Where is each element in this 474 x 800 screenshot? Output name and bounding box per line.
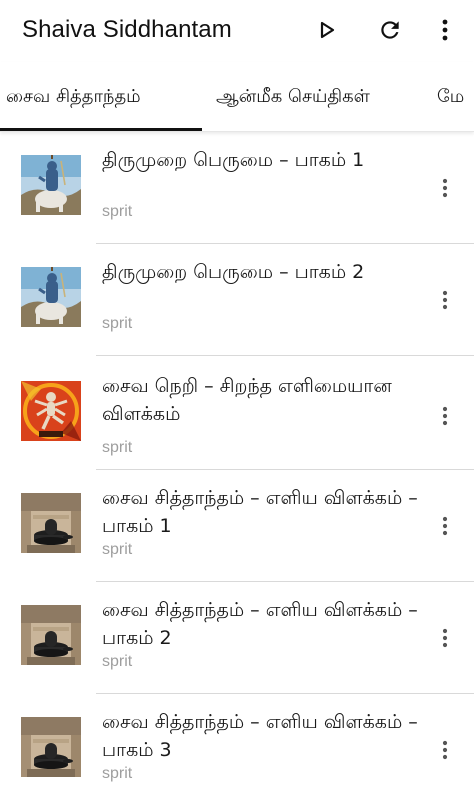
lingam-image <box>21 493 81 553</box>
list-item-more-button[interactable] <box>432 735 458 765</box>
more-vert-icon <box>442 290 448 310</box>
list-item-subtitle: sprit <box>102 653 133 670</box>
list-item-subtitle: sprit <box>102 315 133 332</box>
list-item-more-button[interactable] <box>432 173 458 203</box>
tab-indicator <box>0 128 202 131</box>
refresh-button[interactable] <box>372 12 408 48</box>
list-item-subtitle: sprit <box>102 203 133 220</box>
list-item-subtitle: sprit <box>102 439 133 456</box>
list-item-title: சைவ சித்தாந்தம் – எளிய விளக்கம் – பாகம் … <box>102 711 418 761</box>
list-item-subtitle: sprit <box>102 541 133 558</box>
list-item-title: சைவ நெறி – சிறந்த எளிமையான விளக்கம் <box>102 375 392 425</box>
app-screen: Shaiva Siddhantam சைவ சித்தாந்தம் ஆன்மீக… <box>0 0 474 800</box>
lingam-image <box>21 605 81 665</box>
tab-bar: சைவ சித்தாந்தம் ஆன்மீக செய்திகள் மே <box>0 62 474 132</box>
overflow-menu-button[interactable] <box>427 12 463 48</box>
list-item[interactable]: சைவ நெறி – சிறந்த எளிமையான விளக்கம் sprit <box>0 356 474 470</box>
list-item-title: சைவ சித்தாந்தம் – எளிய விளக்கம் – பாகம் … <box>102 487 418 537</box>
list-item-more-button[interactable] <box>432 623 458 653</box>
list-item-thumbnail <box>21 155 81 215</box>
list-item-thumbnail <box>21 493 81 553</box>
list-item[interactable]: திருமுறை பெருமை – பாகம் 1 sprit <box>0 132 474 244</box>
list-item[interactable]: சைவ சித்தாந்தம் – எளிய விளக்கம் – பாகம் … <box>0 694 474 800</box>
list-item-title: திருமுறை பெருமை – பாகம் 1 <box>102 149 365 171</box>
list-item-thumbnail <box>21 267 81 327</box>
play-button[interactable] <box>309 12 345 48</box>
list-item[interactable]: சைவ சித்தாந்தம் – எளிய விளக்கம் – பாகம் … <box>0 582 474 694</box>
list-item-thumbnail <box>21 605 81 665</box>
more-vert-icon <box>442 516 448 536</box>
more-vert-icon <box>442 19 448 41</box>
list-item-more-button[interactable] <box>432 511 458 541</box>
more-vert-icon <box>442 406 448 426</box>
more-vert-icon <box>442 628 448 648</box>
lingam-image <box>21 717 81 777</box>
more-vert-icon <box>442 740 448 760</box>
list-item[interactable]: சைவ சித்தாந்தம் – எளிய விளக்கம் – பாகம் … <box>0 470 474 582</box>
list-item[interactable]: திருமுறை பெருமை – பாகம் 2 sprit <box>0 244 474 356</box>
tab-spiritual-news[interactable]: ஆன்மீக செய்திகள் <box>216 62 370 131</box>
shiva-image <box>21 155 81 215</box>
list-item-subtitle: sprit <box>102 765 133 782</box>
list-item-title: திருமுறை பெருமை – பாகம் 2 <box>102 261 365 283</box>
article-list: திருமுறை பெருமை – பாகம் 1 sprit திருமுறை … <box>0 132 474 800</box>
list-item-thumbnail <box>21 381 81 441</box>
list-item-more-button[interactable] <box>432 401 458 431</box>
play-icon <box>320 21 335 39</box>
tab-saiva-siddhantam[interactable]: சைவ சித்தாந்தம் <box>0 62 202 131</box>
list-item-thumbnail <box>21 717 81 777</box>
nataraja-image <box>21 381 81 441</box>
app-bar: Shaiva Siddhantam <box>0 0 474 62</box>
list-item-more-button[interactable] <box>432 285 458 315</box>
more-vert-icon <box>442 178 448 198</box>
shiva-image <box>21 267 81 327</box>
list-item-title: சைவ சித்தாந்தம் – எளிய விளக்கம் – பாகம் … <box>102 599 418 649</box>
tab-more[interactable]: மே <box>437 62 464 131</box>
refresh-icon <box>381 21 399 39</box>
app-title: Shaiva Siddhantam <box>22 16 232 43</box>
